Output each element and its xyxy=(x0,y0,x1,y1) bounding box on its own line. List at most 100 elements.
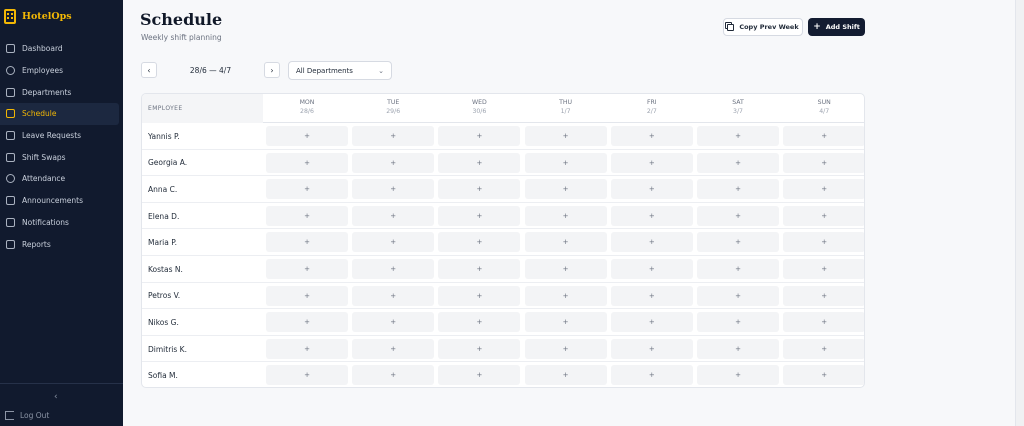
add-shift-cell[interactable]: + xyxy=(610,338,693,359)
add-shift-cell[interactable]: + xyxy=(352,285,435,306)
add-shift-cell[interactable]: + xyxy=(438,205,521,226)
department-select[interactable]: All Departments ⌄ xyxy=(288,61,392,80)
add-shift-cell[interactable]: + xyxy=(783,179,864,200)
sidebar-item-departments[interactable]: Departments xyxy=(0,81,123,103)
add-shift-cell[interactable]: + xyxy=(610,312,693,333)
day-date: 29/6 xyxy=(386,108,401,115)
add-shift-cell[interactable]: + xyxy=(266,179,348,200)
add-shift-cell[interactable]: + xyxy=(610,205,693,226)
add-shift-cell[interactable]: + xyxy=(783,338,864,359)
add-shift-cell[interactable]: + xyxy=(783,152,864,173)
add-shift-cell[interactable]: + xyxy=(610,365,693,386)
add-shift-cell[interactable]: + xyxy=(352,179,435,200)
add-shift-cell[interactable]: + xyxy=(524,338,607,359)
add-shift-cell[interactable]: + xyxy=(352,205,435,226)
add-shift-cell[interactable]: + xyxy=(697,259,779,279)
users-icon xyxy=(6,66,15,76)
add-shift-cell[interactable]: + xyxy=(352,259,435,279)
table-row: Petros V. + + + + + + + xyxy=(142,283,864,310)
add-shift-cell[interactable]: + xyxy=(783,285,864,306)
add-shift-cell[interactable]: + xyxy=(783,312,864,333)
add-shift-cell[interactable]: + xyxy=(352,232,435,253)
add-shift-cell[interactable]: + xyxy=(783,205,864,226)
table-row: Nikos G. + + + + + + + xyxy=(142,309,864,336)
add-shift-cell[interactable]: + xyxy=(697,205,779,226)
add-shift-cell[interactable]: + xyxy=(697,338,779,359)
logout-button[interactable]: Log Out xyxy=(5,411,49,420)
add-shift-cell[interactable]: + xyxy=(438,152,521,173)
sidebar-item-dashboard[interactable]: Dashboard xyxy=(0,38,123,60)
sidebar-item-schedule[interactable]: Schedule xyxy=(0,103,119,125)
add-shift-cell[interactable]: + xyxy=(524,285,607,306)
prev-week-button[interactable]: ‹ xyxy=(141,62,157,78)
add-shift-cell[interactable]: + xyxy=(352,126,435,146)
add-shift-cell[interactable]: + xyxy=(697,179,779,200)
sidebar-item-notifications[interactable]: Notifications xyxy=(0,212,123,234)
add-shift-cell[interactable]: + xyxy=(524,179,607,200)
add-shift-cell[interactable]: + xyxy=(697,152,779,173)
page-scrollbar[interactable] xyxy=(1015,0,1024,426)
collapse-sidebar-button[interactable]: ‹ xyxy=(54,392,58,402)
add-shift-cell[interactable]: + xyxy=(438,285,521,306)
sidebar-item-employees[interactable]: Employees xyxy=(0,60,123,82)
add-shift-cell[interactable]: + xyxy=(438,126,521,146)
add-shift-cell[interactable]: + xyxy=(610,259,693,279)
sidebar-item-shift-swaps[interactable]: Shift Swaps xyxy=(0,146,123,168)
sidebar-item-label: Attendance xyxy=(22,174,66,184)
add-shift-cell[interactable]: + xyxy=(266,232,348,253)
sidebar-item-announcements[interactable]: Announcements xyxy=(0,190,123,212)
add-shift-cell[interactable]: + xyxy=(697,285,779,306)
add-shift-cell[interactable]: + xyxy=(783,365,864,386)
add-shift-cell[interactable]: + xyxy=(697,126,779,146)
add-shift-cell[interactable]: + xyxy=(610,285,693,306)
add-shift-cell[interactable]: + xyxy=(266,259,348,279)
add-shift-cell[interactable]: + xyxy=(266,312,348,333)
employee-name: Sofia M. xyxy=(148,371,178,381)
add-shift-cell[interactable]: + xyxy=(783,126,864,146)
sidebar-item-reports[interactable]: Reports xyxy=(0,233,123,255)
add-shift-cell[interactable]: + xyxy=(438,259,521,279)
add-shift-cell[interactable]: + xyxy=(524,152,607,173)
add-shift-cell[interactable]: + xyxy=(438,365,521,386)
add-shift-cell[interactable]: + xyxy=(266,152,348,173)
add-shift-cell[interactable]: + xyxy=(266,285,348,306)
table-row: Anna C. + + + + + + + xyxy=(142,176,864,203)
add-shift-cell[interactable]: + xyxy=(610,152,693,173)
add-shift-cell[interactable]: + xyxy=(438,338,521,359)
add-shift-cell[interactable]: + xyxy=(524,126,607,146)
add-shift-cell[interactable]: + xyxy=(524,365,607,386)
bell-icon xyxy=(6,217,15,227)
add-shift-cell[interactable]: + xyxy=(352,338,435,359)
day-name: MON xyxy=(299,99,315,106)
add-shift-cell[interactable]: + xyxy=(352,312,435,333)
add-shift-cell[interactable]: + xyxy=(438,179,521,200)
add-shift-cell[interactable]: + xyxy=(438,232,521,253)
sidebar-item-attendance[interactable]: Attendance xyxy=(0,168,123,190)
add-shift-cell[interactable]: + xyxy=(266,205,348,226)
add-shift-cell[interactable]: + xyxy=(524,205,607,226)
add-shift-cell[interactable]: + xyxy=(266,365,348,386)
add-shift-cell[interactable]: + xyxy=(610,232,693,253)
add-shift-cell[interactable]: + xyxy=(610,179,693,200)
add-shift-cell[interactable]: + xyxy=(524,232,607,253)
brand[interactable]: HotelOps xyxy=(4,8,72,24)
add-shift-cell[interactable]: + xyxy=(697,365,779,386)
sidebar-item-leave-requests[interactable]: Leave Requests xyxy=(0,125,123,147)
add-shift-cell[interactable]: + xyxy=(352,365,435,386)
add-shift-cell[interactable]: + xyxy=(352,152,435,173)
day-name: WED xyxy=(471,99,487,106)
add-shift-cell[interactable]: + xyxy=(438,312,521,333)
add-shift-cell[interactable]: + xyxy=(697,232,779,253)
add-shift-cell[interactable]: + xyxy=(697,312,779,333)
add-shift-cell[interactable]: + xyxy=(524,259,607,279)
add-shift-cell[interactable]: + xyxy=(610,126,693,146)
add-shift-button[interactable]: + Add Shift xyxy=(808,18,865,36)
add-shift-cell[interactable]: + xyxy=(783,232,864,253)
add-shift-cell[interactable]: + xyxy=(266,338,348,359)
copy-prev-week-button[interactable]: Copy Prev Week xyxy=(723,18,803,36)
next-week-button[interactable]: › xyxy=(264,62,280,78)
add-shift-cell[interactable]: + xyxy=(266,126,348,146)
page-subtitle: Weekly shift planning xyxy=(141,33,222,42)
add-shift-cell[interactable]: + xyxy=(783,259,864,279)
add-shift-cell[interactable]: + xyxy=(524,312,607,333)
